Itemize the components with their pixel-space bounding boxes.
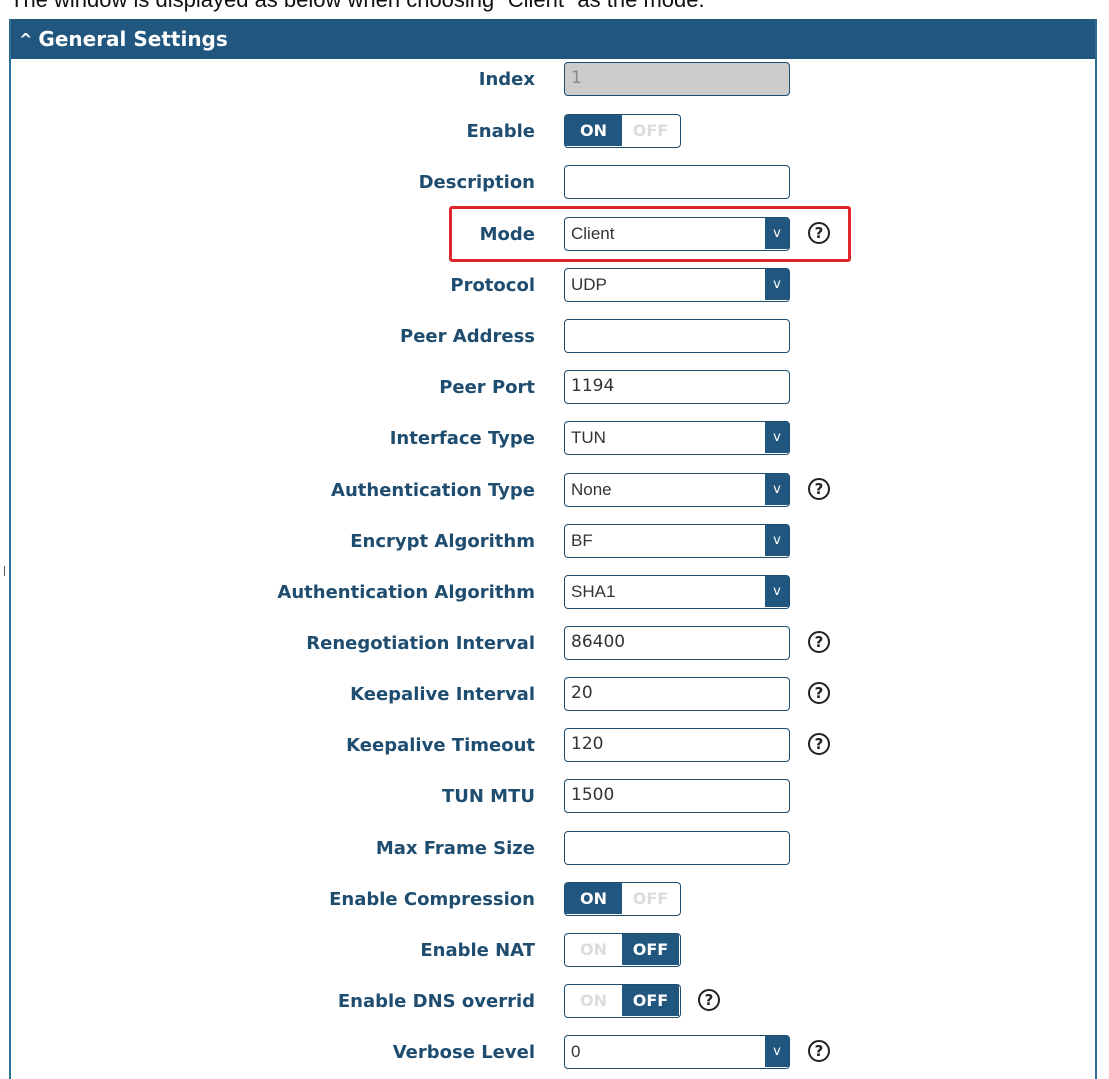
- protocol-value: UDP: [571, 275, 607, 294]
- encrypt-algorithm-select[interactable]: BF v: [564, 524, 790, 558]
- chevron-up-icon[interactable]: ^: [19, 20, 32, 60]
- verbose-level-value: 0: [571, 1042, 581, 1061]
- index-field: 1: [564, 62, 790, 96]
- chevron-down-icon[interactable]: v: [765, 525, 789, 556]
- description-label: Description: [418, 172, 535, 193]
- chevron-down-icon[interactable]: v: [765, 1036, 789, 1067]
- row-peer-address: Peer Address: [11, 319, 1095, 355]
- max-frame-size-field[interactable]: [564, 831, 790, 865]
- index-label: Index: [478, 69, 535, 90]
- mode-highlight-box: [449, 206, 851, 262]
- encrypt-algorithm-value: BF: [571, 531, 593, 550]
- enable-nat-toggle[interactable]: ON OFF: [564, 933, 681, 967]
- interface-type-label: Interface Type: [389, 428, 535, 449]
- chevron-down-icon[interactable]: v: [765, 269, 789, 300]
- peer-address-field[interactable]: [564, 319, 790, 353]
- protocol-select[interactable]: UDP v: [564, 268, 790, 302]
- enable-label: Enable: [466, 121, 535, 142]
- peer-port-field[interactable]: 1194: [564, 370, 790, 404]
- row-protocol: Protocol UDP v: [11, 268, 1095, 304]
- toggle-on[interactable]: ON: [565, 883, 622, 914]
- panel-header[interactable]: ^ General Settings: [11, 19, 1095, 59]
- peer-address-label: Peer Address: [400, 326, 535, 347]
- tun-mtu-label: TUN MTU: [441, 786, 535, 807]
- help-icon[interactable]: ?: [808, 733, 830, 755]
- edge-mark: [4, 566, 5, 576]
- row-verbose-level: Verbose Level 0 v ?: [11, 1035, 1095, 1071]
- peer-port-label: Peer Port: [439, 377, 535, 398]
- authentication-algorithm-select[interactable]: SHA1 v: [564, 575, 790, 609]
- chevron-down-icon[interactable]: v: [765, 422, 789, 453]
- interface-type-value: TUN: [571, 428, 606, 447]
- row-enable-dns-override: Enable DNS overrid ON OFF ?: [11, 984, 1095, 1020]
- toggle-off[interactable]: OFF: [622, 883, 679, 914]
- description-field[interactable]: [564, 165, 790, 199]
- protocol-label: Protocol: [450, 275, 535, 296]
- help-icon[interactable]: ?: [698, 989, 720, 1011]
- row-keepalive-interval: Keepalive Interval 20 ?: [11, 677, 1095, 713]
- verbose-level-select[interactable]: 0 v: [564, 1035, 790, 1069]
- toggle-off[interactable]: OFF: [622, 934, 679, 965]
- chevron-down-icon[interactable]: v: [765, 474, 789, 505]
- toggle-on[interactable]: ON: [565, 934, 622, 965]
- enable-dns-override-toggle[interactable]: ON OFF: [564, 984, 681, 1018]
- row-authentication-type: Authentication Type None v ?: [11, 473, 1095, 509]
- authentication-type-label: Authentication Type: [331, 480, 535, 501]
- authentication-algorithm-value: SHA1: [571, 582, 616, 601]
- help-icon[interactable]: ?: [808, 478, 830, 500]
- row-enable: Enable ON OFF: [11, 114, 1095, 150]
- toggle-on[interactable]: ON: [565, 115, 622, 146]
- toggle-on[interactable]: ON: [565, 985, 622, 1016]
- toggle-off[interactable]: OFF: [622, 985, 679, 1016]
- authentication-type-value: None: [571, 480, 612, 499]
- row-tun-mtu: TUN MTU 1500: [11, 779, 1095, 815]
- row-encrypt-algorithm: Encrypt Algorithm BF v: [11, 524, 1095, 560]
- row-enable-nat: Enable NAT ON OFF: [11, 933, 1095, 969]
- enable-compression-label: Enable Compression: [329, 889, 535, 910]
- toggle-off[interactable]: OFF: [622, 115, 679, 146]
- verbose-level-label: Verbose Level: [392, 1042, 535, 1063]
- row-authentication-algorithm: Authentication Algorithm SHA1 v: [11, 575, 1095, 611]
- enable-dns-override-label: Enable DNS overrid: [337, 991, 535, 1012]
- enable-toggle[interactable]: ON OFF: [564, 114, 681, 148]
- keepalive-timeout-field[interactable]: 120: [564, 728, 790, 762]
- keepalive-timeout-label: Keepalive Timeout: [346, 735, 535, 756]
- panel-title: General Settings: [38, 27, 228, 51]
- help-icon[interactable]: ?: [808, 682, 830, 704]
- chevron-down-icon[interactable]: v: [765, 576, 789, 607]
- row-peer-port: Peer Port 1194: [11, 370, 1095, 406]
- renegotiation-interval-label: Renegotiation Interval: [306, 633, 535, 654]
- tun-mtu-field[interactable]: 1500: [564, 779, 790, 813]
- row-index: Index 1: [11, 62, 1095, 98]
- keepalive-interval-field[interactable]: 20: [564, 677, 790, 711]
- enable-compression-toggle[interactable]: ON OFF: [564, 882, 681, 916]
- general-settings-panel: ^ General Settings Index 1 Enable ON OFF …: [9, 19, 1097, 1079]
- enable-nat-label: Enable NAT: [420, 940, 535, 961]
- keepalive-interval-label: Keepalive Interval: [350, 684, 535, 705]
- max-frame-size-label: Max Frame Size: [375, 838, 535, 859]
- row-renegotiation-interval: Renegotiation Interval 86400 ?: [11, 626, 1095, 662]
- renegotiation-interval-field[interactable]: 86400: [564, 626, 790, 660]
- encrypt-algorithm-label: Encrypt Algorithm: [350, 531, 535, 552]
- authentication-type-select[interactable]: None v: [564, 473, 790, 507]
- help-icon[interactable]: ?: [808, 631, 830, 653]
- intro-text: The window is displayed as below when ch…: [10, 0, 705, 13]
- interface-type-select[interactable]: TUN v: [564, 421, 790, 455]
- authentication-algorithm-label: Authentication Algorithm: [277, 582, 535, 603]
- row-max-frame-size: Max Frame Size: [11, 831, 1095, 867]
- row-interface-type: Interface Type TUN v: [11, 421, 1095, 457]
- row-description: Description: [11, 165, 1095, 201]
- row-keepalive-timeout: Keepalive Timeout 120 ?: [11, 728, 1095, 764]
- intro-text-cropped: The window is displayed as below when ch…: [0, 0, 1109, 18]
- row-enable-compression: Enable Compression ON OFF: [11, 882, 1095, 918]
- help-icon[interactable]: ?: [808, 1040, 830, 1062]
